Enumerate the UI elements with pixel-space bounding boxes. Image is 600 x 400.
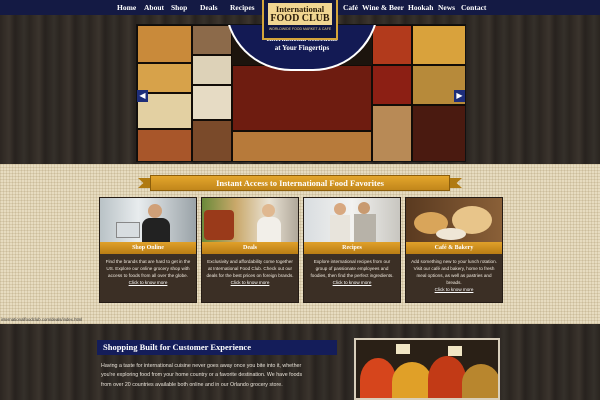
person-shape (257, 217, 281, 242)
person-shape (142, 218, 170, 242)
card-deals[interactable]: Deals Exclusivity and affordability come… (201, 197, 299, 303)
logo-tagline: WORLDWIDE FOOD MARKET & CAFE (268, 26, 332, 31)
spice-tile (192, 120, 232, 161)
section-ribbon: Instant Access to International Food Fav… (138, 175, 462, 191)
card-description: Exclusivity and affordability come toget… (206, 259, 294, 278)
card-text: Add something new to your lunch rotation… (410, 259, 498, 293)
card-description: Find the brands that are hard to get in … (105, 259, 191, 278)
shopping-line: from over 20 countries available both on… (101, 381, 283, 388)
card-text: Exclusivity and affordability come toget… (206, 259, 294, 287)
banner-line2: at Your Fingertips (274, 44, 330, 53)
cooking-couple-photo (304, 198, 400, 242)
card-title: Café & Bakery (406, 242, 502, 254)
card-description: Add something new to your lunch rotation… (411, 259, 497, 285)
spice-tile (192, 85, 232, 120)
spice-tile (192, 55, 232, 85)
person-shape (262, 204, 275, 217)
bread-shape (436, 228, 466, 240)
spice-pile-shape (360, 358, 396, 398)
nav-about[interactable]: About (144, 3, 164, 12)
slider-next-arrow-icon[interactable]: ▶ (454, 90, 465, 102)
nav-news[interactable]: News (438, 3, 455, 12)
features-section: Instant Access to International Food Fav… (0, 164, 600, 324)
spice-tile (137, 129, 192, 161)
bread-photo (406, 198, 502, 242)
hero-slider[interactable]: International Selections at Your Fingert… (136, 24, 466, 162)
person-shape (334, 203, 346, 215)
spice-pile-shape (392, 362, 432, 398)
man-laptop-photo (100, 198, 196, 242)
card-text: Explore international recipes from our g… (308, 259, 396, 287)
nav-wine-beer[interactable]: Wine & Beer (362, 3, 404, 12)
produce-shape (204, 210, 234, 240)
nav-shop[interactable]: Shop (171, 3, 187, 12)
card-link[interactable]: Click to know more (206, 280, 294, 287)
spice-pile-shape (462, 364, 498, 398)
nav-cafe[interactable]: Café (343, 3, 358, 12)
spice-tile (372, 25, 412, 65)
card-shop-online[interactable]: Shop Online Find the brands that are har… (99, 197, 197, 303)
shopping-section: Shopping Built for Customer Experience H… (97, 340, 337, 400)
nav-hookah[interactable]: Hookah (408, 3, 433, 12)
card-link[interactable]: Click to know more (104, 280, 192, 287)
person-shape (148, 204, 162, 218)
card-description: Explore international recipes from our g… (310, 259, 394, 278)
spice-tile (412, 25, 465, 65)
card-text: Find the brands that are hard to get in … (104, 259, 192, 287)
card-title: Recipes (304, 242, 400, 254)
person-shape (330, 215, 350, 242)
card-link[interactable]: Click to know more (308, 280, 396, 287)
person-shape (358, 202, 370, 214)
spice-tile (232, 131, 372, 161)
site-logo[interactable]: International FOOD CLUB WORLDWIDE FOOD M… (262, 0, 338, 40)
spice-tile (412, 105, 465, 161)
card-title: Deals (202, 242, 298, 254)
spice-tile (372, 65, 412, 105)
slider-prev-arrow-icon[interactable]: ◀ (137, 90, 148, 102)
shopping-title: Shopping Built for Customer Experience (97, 340, 337, 355)
price-tag-shape (396, 344, 410, 354)
logo-line1: International (268, 3, 332, 14)
shopping-text: Having a taste for international cuisine… (101, 362, 335, 390)
laptop-shape (116, 222, 140, 238)
card-link[interactable]: Click to know more (410, 287, 498, 294)
nav-recipes[interactable]: Recipes (230, 3, 255, 12)
spice-tile (137, 25, 192, 63)
card-title: Shop Online (100, 242, 196, 254)
price-tag-shape (448, 346, 462, 356)
spice-tile (137, 63, 192, 93)
person-shape (354, 214, 376, 242)
nav-contact[interactable]: Contact (461, 3, 486, 12)
nav-deals[interactable]: Deals (200, 3, 218, 12)
card-recipes[interactable]: Recipes Explore international recipes fr… (303, 197, 401, 303)
spice-pile-shape (428, 356, 466, 398)
section-title: Instant Access to International Food Fav… (150, 175, 450, 191)
nav-home[interactable]: Home (117, 3, 136, 12)
shopping-line: Having a taste for international cuisine… (101, 363, 302, 369)
spice-tile (232, 65, 372, 131)
spice-tile (192, 25, 232, 55)
card-cafe-bakery[interactable]: Café & Bakery Add something new to your … (405, 197, 503, 303)
shopper-photo (202, 198, 298, 242)
status-url: internationalfoodclub.com/deals/index.ht… (1, 317, 83, 322)
shopping-line: you're exploring food from your home cou… (101, 372, 303, 379)
spice-tile (372, 105, 412, 161)
logo-line2: FOOD CLUB (268, 13, 332, 25)
spice-market-photo (354, 338, 500, 400)
